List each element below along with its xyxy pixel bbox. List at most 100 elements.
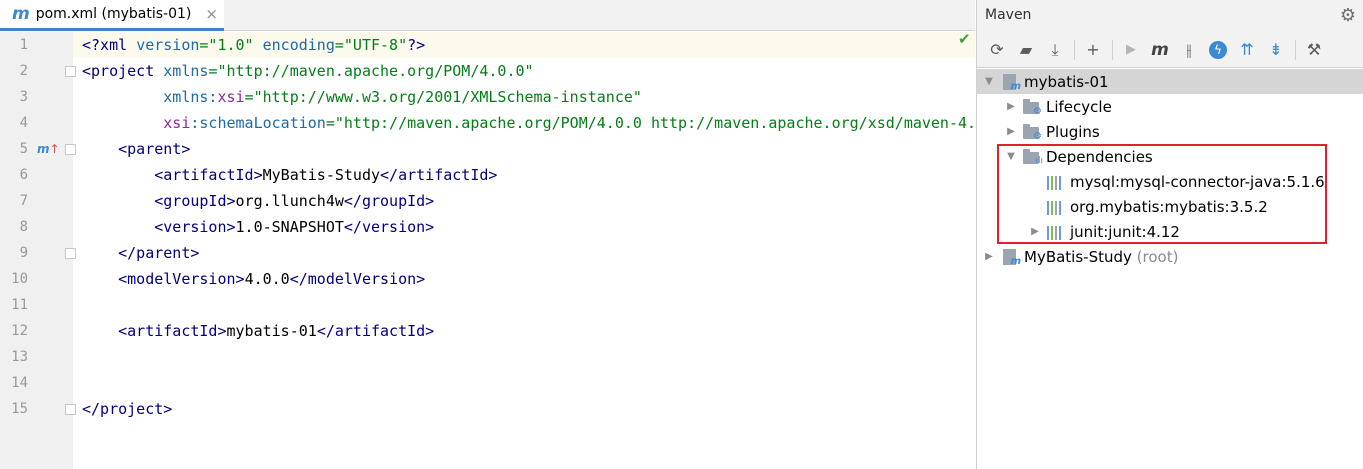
dependency-item[interactable]: ▶ junit:junit:4.12 — [977, 219, 1363, 244]
code-token: ="UTF-8" — [334, 36, 408, 54]
library-icon — [1047, 224, 1065, 240]
fold-marker-icon[interactable] — [65, 404, 76, 415]
code-line[interactable]: <groupId>org.llunch4w</groupId> — [82, 188, 434, 214]
code-token: mybatis-01 — [226, 322, 317, 340]
code-token: :schemaLocation — [190, 114, 326, 132]
line-number[interactable]: 9 — [0, 240, 28, 266]
expand-down-icon[interactable]: ▼ — [1005, 151, 1017, 162]
close-icon[interactable]: × — [205, 5, 218, 23]
maven-module-icon: m — [1001, 248, 1021, 266]
line-number[interactable]: 1 — [0, 32, 28, 58]
maven-title: Maven — [985, 7, 1032, 23]
code-token: 1.0-SNAPSHOT — [235, 218, 344, 236]
toggle-offline-icon[interactable]: ⫲ — [1177, 38, 1201, 62]
code-line[interactable]: </parent> — [82, 240, 199, 266]
run-icon[interactable]: ▶ — [1119, 38, 1143, 62]
code-line[interactable]: xmlns:xsi="http://www.w3.org/2001/XMLSch… — [82, 84, 642, 110]
code-line[interactable]: <artifactId>MyBatis-Study</artifactId> — [82, 162, 497, 188]
tree-item-plugins[interactable]: ▶ ⚙ Plugins — [977, 119, 1363, 144]
dependency-item[interactable]: org.mybatis:mybatis:3.5.2 — [977, 194, 1363, 219]
add-icon[interactable]: + — [1081, 38, 1105, 62]
code-token: ?> — [407, 36, 426, 54]
maven-tool-window: Maven ⚙ ⟳ ▰ ⤓ + ▶ m ⫲ ϟ ⇈ ⇟ ⚒ ▼ m mybatis-01 ▶ ⚙ L… — [976, 0, 1363, 469]
wrench-icon[interactable]: ⚒ — [1302, 38, 1326, 62]
code-line[interactable]: <modelVersion>4.0.0</modelVersion> — [82, 266, 425, 292]
code-token: </project> — [82, 400, 173, 418]
fold-marker-icon[interactable] — [65, 66, 76, 77]
editor-tab-bar: m pom.xml (mybatis-01) × — [0, 0, 975, 31]
dependency-label: junit:junit:4.12 — [1070, 222, 1180, 241]
toolbar-separator — [1112, 39, 1113, 60]
code-line[interactable]: <?xml version="1.0" encoding="UTF-8"?> — [82, 32, 425, 58]
tree-item-label: MyBatis-Study — [1024, 247, 1132, 266]
dependency-item[interactable]: mysql:mysql-connector-java:5.1.6 — [977, 169, 1363, 194]
code-token: xsi — [163, 114, 191, 132]
library-icon — [1047, 174, 1065, 190]
line-number[interactable]: 2 — [0, 58, 28, 84]
show-dependencies-icon[interactable]: ⇈ — [1235, 38, 1259, 62]
line-number[interactable]: 10 — [0, 266, 28, 292]
line-number[interactable]: 11 — [0, 292, 28, 318]
code-line[interactable]: <version>1.0-SNAPSHOT</version> — [82, 214, 434, 240]
tab-pom-xml[interactable]: m pom.xml (mybatis-01) × — [0, 0, 224, 31]
code-token: 4.0.0 — [244, 270, 290, 288]
code-line[interactable]: </project> — [82, 396, 172, 422]
dependency-label: org.mybatis:mybatis:3.5.2 — [1070, 197, 1268, 216]
line-number[interactable]: 15 — [0, 396, 28, 422]
inspection-ok-icon[interactable]: ✔ — [958, 30, 971, 48]
dependency-label: mysql:mysql-connector-java:5.1.6 — [1070, 172, 1325, 191]
line-number[interactable]: 7 — [0, 188, 28, 214]
tree-item-dependencies[interactable]: ▼ ılı Dependencies — [977, 144, 1363, 169]
folder-gear-icon: ⚙ — [1023, 98, 1042, 116]
code-token: </parent> — [118, 244, 200, 262]
tab-label: pom.xml (mybatis-01) — [35, 6, 192, 22]
line-number[interactable]: 13 — [0, 344, 28, 370]
download-icon[interactable]: ⤓ — [1043, 38, 1067, 62]
tree-item-mybatis-01[interactable]: ▼ m mybatis-01 — [977, 69, 1363, 94]
line-number[interactable]: 3 — [0, 84, 28, 110]
line-number[interactable]: 14 — [0, 370, 28, 396]
maven-toolbar: ⟳ ▰ ⤓ + ▶ m ⫲ ϟ ⇈ ⇟ ⚒ — [977, 32, 1363, 68]
expand-right-icon[interactable]: ▶ — [983, 251, 995, 262]
skip-tests-icon[interactable]: ϟ — [1209, 40, 1227, 59]
editor-pane[interactable]: m pom.xml (mybatis-01) × 1 2 3 4 5 6 7 8 9 10 11 12… — [0, 0, 975, 469]
line-number[interactable]: 8 — [0, 214, 28, 240]
code-token: version — [136, 36, 200, 54]
expand-right-icon[interactable]: ▶ — [1005, 101, 1017, 112]
line-number[interactable]: 6 — [0, 162, 28, 188]
tree-item-label: mybatis-01 — [1024, 72, 1109, 91]
reload-icon[interactable]: ⟳ — [985, 38, 1009, 62]
folder-add-icon[interactable]: ▰ — [1014, 38, 1038, 62]
library-icon — [1047, 199, 1065, 215]
maven-goal-icon[interactable]: m — [1148, 38, 1172, 62]
line-number[interactable]: 12 — [0, 318, 28, 344]
code-token: ="1.0" — [199, 36, 263, 54]
maven-header: Maven ⚙ — [977, 0, 1363, 32]
line-number[interactable]: 5 — [0, 136, 28, 162]
navigate-parent-icon[interactable]: m↑ — [37, 136, 60, 162]
tree-item-mybatis-study[interactable]: ▶ m MyBatis-Study (root) — [977, 244, 1363, 269]
expand-down-icon[interactable]: ▼ — [983, 76, 995, 87]
code-token: <artifactId> — [118, 322, 227, 340]
code-line[interactable]: xsi:schemaLocation="http://maven.apache.… — [82, 110, 975, 136]
code-line[interactable]: <artifactId>mybatis-01</artifactId> — [82, 318, 434, 344]
line-number-gutter[interactable]: 1 2 3 4 5 6 7 8 9 10 11 12 13 14 15 m↑ — [0, 32, 76, 469]
maven-module-icon: m — [1001, 73, 1021, 91]
gear-icon[interactable]: ⚙ — [1340, 5, 1356, 26]
collapse-all-icon[interactable]: ⇟ — [1264, 38, 1288, 62]
code-line[interactable]: <project xmlns="http://maven.apache.org/… — [82, 58, 534, 84]
expand-right-icon[interactable]: ▶ — [1005, 126, 1017, 137]
toolbar-separator — [1295, 39, 1296, 60]
fold-marker-icon[interactable] — [65, 248, 76, 259]
code-line[interactable]: <parent> — [82, 136, 190, 162]
tree-item-lifecycle[interactable]: ▶ ⚙ Lifecycle — [977, 94, 1363, 119]
code-token: </artifactId> — [380, 166, 498, 184]
fold-marker-icon[interactable] — [65, 144, 76, 155]
line-number[interactable]: 4 — [0, 110, 28, 136]
expand-right-icon[interactable]: ▶ — [1029, 226, 1041, 237]
